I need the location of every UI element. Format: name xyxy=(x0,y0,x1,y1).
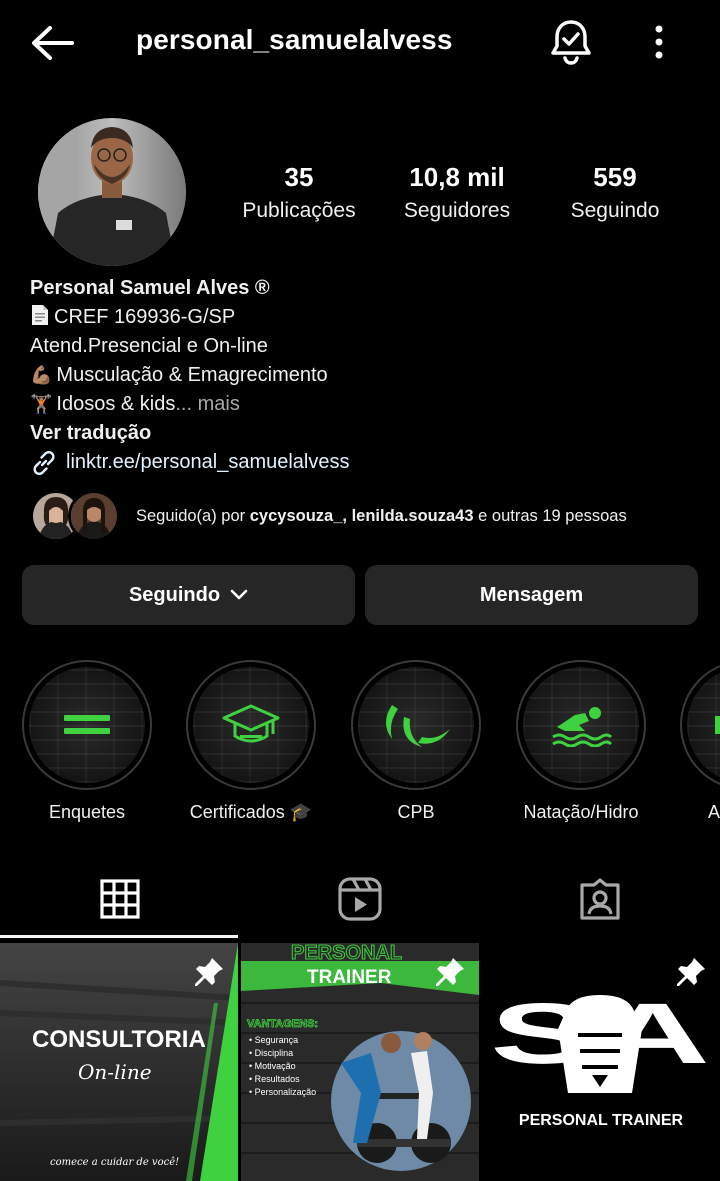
post-thumbnail[interactable]: SA PERSONAL TRAINER xyxy=(482,943,720,1181)
highlight-label: Natação/Hidro xyxy=(523,802,639,822)
followers-count: 10,8 mil xyxy=(409,162,505,192)
mutual-follower-avatar xyxy=(68,490,120,542)
chevron-down-icon xyxy=(230,589,248,600)
bio-external-link[interactable]: linktr.ee/personal_samuelalvess xyxy=(30,448,690,477)
tagged-icon xyxy=(580,878,620,920)
posts-count: 35 xyxy=(284,162,314,192)
profile-bio: Personal Samuel Alves ® CREF 169936-G/SP… xyxy=(30,274,690,477)
highlight-partial[interactable]: A xyxy=(680,660,720,823)
equals-icon xyxy=(64,715,110,734)
post-thumbnail[interactable]: PERSONAL TRAINER VANTAGENS: • Segurança … xyxy=(241,943,479,1181)
post-list-item: • Motivação xyxy=(249,1061,296,1071)
post-top-text: PERSONAL xyxy=(291,943,402,964)
post-heading: VANTAGENS: xyxy=(247,1018,318,1030)
profile-tabs xyxy=(0,858,720,940)
post-title: CONSULTORIA xyxy=(32,1026,206,1053)
mutual-followers[interactable]: Seguido(a) por cycysouza_, lenilda.souza… xyxy=(30,490,710,542)
graduation-cap-icon xyxy=(222,704,280,743)
post-caption: PERSONAL TRAINER xyxy=(519,1112,684,1129)
highlight-enquetes[interactable]: Enquetes xyxy=(22,660,152,823)
mutual-follower-name[interactable]: lenilda.souza43 xyxy=(352,507,474,525)
profile-avatar[interactable] xyxy=(38,118,186,266)
stat-followers[interactable]: 10,8 mil Seguidores xyxy=(382,162,532,223)
pin-icon xyxy=(436,958,464,986)
post-list-item: • Disciplina xyxy=(249,1048,293,1058)
flexed-biceps-icon: 💪🏽 xyxy=(30,365,53,385)
tab-tagged[interactable] xyxy=(480,858,720,940)
link-icon xyxy=(33,450,55,475)
post-title: TRAINER xyxy=(307,967,392,988)
highlight-label: Certificados 🎓 xyxy=(189,802,313,822)
reels-icon xyxy=(338,877,382,921)
back-arrow-icon[interactable] xyxy=(28,22,76,64)
tab-posts-grid[interactable] xyxy=(0,858,240,940)
notification-bell-icon[interactable] xyxy=(548,18,594,66)
highlight-natacao[interactable]: Natação/Hidro xyxy=(516,660,646,823)
mutual-followers-text: Seguido(a) por cycysouza_, lenilda.souza… xyxy=(136,506,627,525)
message-button[interactable]: Mensagem xyxy=(365,565,698,625)
highlight-certificados[interactable]: Certificados 🎓 xyxy=(186,660,316,823)
weightlifting-icon xyxy=(715,716,720,734)
posts-label: Publicações xyxy=(242,199,356,222)
pin-icon xyxy=(195,958,223,986)
pin-icon xyxy=(677,958,705,986)
post-subtitle: On-line xyxy=(78,1060,152,1084)
post-footer: comece a cuidar de você! xyxy=(50,1157,179,1168)
stat-posts[interactable]: 35 Publicações xyxy=(224,162,374,223)
bio-line-specialty: 💪🏽 Musculação & Emagrecimento xyxy=(30,364,328,386)
paralympic-agitos-icon xyxy=(386,705,450,747)
following-button[interactable]: Seguindo xyxy=(22,565,355,625)
followers-label: Seguidores xyxy=(403,199,511,222)
document-icon xyxy=(30,304,50,326)
post-list-item: • Personalização xyxy=(249,1087,316,1097)
bio-line-audience: 🏋🏽 Idosos & kids... mais xyxy=(30,393,240,415)
post-list-item: • Segurança xyxy=(249,1035,298,1045)
more-options-icon[interactable] xyxy=(644,22,674,62)
bio-more-link[interactable]: ... mais xyxy=(175,393,239,415)
highlight-label: A xyxy=(708,802,720,822)
swimmer-icon xyxy=(552,707,613,747)
stat-following[interactable]: 559 Seguindo xyxy=(540,162,690,223)
post-thumbnail[interactable]: CONSULTORIA On-line comece a cuidar de v… xyxy=(0,943,238,1181)
following-count: 559 xyxy=(593,162,637,192)
see-translation-link[interactable]: Ver tradução xyxy=(30,419,690,448)
profile-header: personal_samuelalvess xyxy=(0,0,720,86)
active-tab-indicator xyxy=(0,935,238,938)
tab-reels[interactable] xyxy=(240,858,480,940)
highlight-cpb[interactable]: CPB xyxy=(351,660,481,823)
following-label: Seguindo xyxy=(570,199,660,222)
grid-icon xyxy=(100,879,140,919)
highlight-label: CPB xyxy=(397,802,435,822)
bio-line-attendance: Atend.Presencial e On-line xyxy=(30,335,268,357)
mutual-follower-name[interactable]: cycysouza_ xyxy=(250,507,343,525)
post-list-item: • Resultados xyxy=(249,1074,300,1084)
profile-display-name: Personal Samuel Alves ® xyxy=(30,277,270,299)
highlight-label: Enquetes xyxy=(48,802,126,822)
bio-line-cref: CREF 169936-G/SP xyxy=(30,303,690,332)
weightlifter-icon: 🏋🏽 xyxy=(30,394,53,414)
profile-username: personal_samuelalvess xyxy=(136,24,453,55)
